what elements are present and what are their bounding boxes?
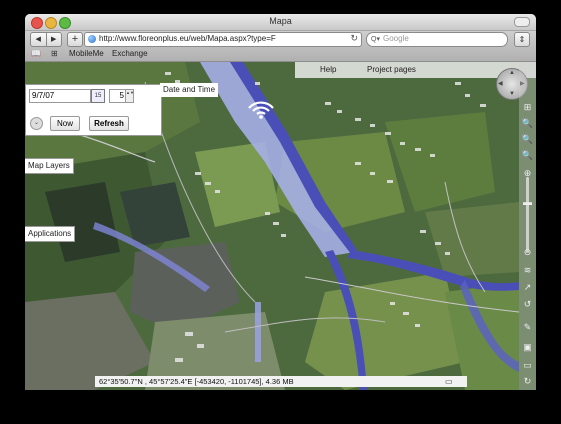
pan-down-icon[interactable]: ▼ [509, 91, 515, 97]
book-icon[interactable]: 📖 [31, 49, 41, 58]
bookmark-mobileme[interactable]: MobileMe [69, 49, 104, 58]
bookmarks-bar: 📖 ⊞ MobileMe Exchange [25, 47, 536, 62]
zoom-in-tool-icon[interactable]: 🔍 [521, 134, 534, 145]
pan-left-icon[interactable]: ◀ [498, 80, 503, 87]
chevron-down-icon[interactable]: ⌄ [30, 117, 43, 130]
measure-icon[interactable]: ↗ [521, 282, 534, 293]
pan-up-icon[interactable]: ▲ [509, 70, 515, 76]
window-title: Mapa [269, 16, 292, 26]
wifi-layer-icon[interactable]: ≋ [521, 265, 534, 276]
zoom-box-icon[interactable]: 🔍 [521, 118, 534, 129]
zoom-slider-handle[interactable]: ▬ [521, 197, 534, 207]
search-field[interactable]: Q▾ Google [366, 32, 508, 47]
map-view[interactable]: Help Project pages 9/7/07 15 5 ▲▼ ⌄ Now … [25, 62, 536, 390]
bookmark-exchange[interactable]: Exchange [112, 49, 148, 58]
zoom-minus-icon[interactable]: ⊖ [521, 247, 534, 258]
grid-icon[interactable]: ⊞ [521, 102, 534, 113]
map-tools-bar: ⊞ 🔍 🔍 🔍 ⊕ ▬ ⊖ ≋ ↗ ↺ ✎ ▣ ▭ ↻ [519, 62, 536, 390]
zoom-slider[interactable] [526, 177, 529, 252]
date-time-panel: 9/7/07 15 5 ▲▼ ⌄ Now Refresh [25, 84, 162, 136]
toolbar-toggle-button[interactable] [514, 17, 530, 27]
comment-icon[interactable]: ▭ [521, 360, 534, 371]
bookmarks-menu-button[interactable]: ⇕ [514, 32, 530, 47]
reload-icon[interactable]: ↻ [350, 33, 358, 44]
coordinates-status: 62°35'50.7"N , 45°57'25.4"E [-453420, -1… [95, 376, 467, 387]
draw-icon[interactable]: ✎ [521, 322, 534, 333]
applications-tab[interactable]: Applications [25, 226, 76, 242]
globe-icon [88, 35, 96, 43]
nav-buttons: ◀ ▶ [30, 32, 62, 47]
browser-window: Mapa ◀ ▶ + http://www.floreonplus.eu/web… [25, 14, 536, 390]
add-bookmark-button[interactable]: + [67, 32, 83, 47]
save-icon[interactable]: ▣ [521, 342, 534, 353]
reset-icon[interactable]: ↻ [521, 376, 534, 387]
date-field[interactable]: 9/7/07 [29, 89, 91, 103]
title-bar: Mapa [25, 14, 536, 31]
date-and-time-tab[interactable]: Date and Time [160, 83, 218, 97]
refresh-button[interactable]: Refresh [89, 116, 129, 131]
url-text[interactable]: http://www.floreonplus.eu/web/Mapa.aspx?… [99, 34, 276, 43]
monitor-icon[interactable]: ▭ [445, 377, 453, 386]
top-sites-grid-icon[interactable]: ⊞ [51, 49, 58, 58]
zoom-out-tool-icon[interactable]: 🔍 [521, 150, 534, 161]
calendar-icon[interactable]: 15 [91, 89, 105, 103]
forward-button[interactable]: ▶ [47, 33, 62, 46]
search-icon[interactable]: Q▾ [371, 35, 380, 43]
search-placeholder[interactable]: Google [383, 34, 409, 43]
help-link[interactable]: Help [320, 65, 336, 74]
map-layers-tab[interactable]: Map Layers [25, 158, 74, 174]
now-button[interactable]: Now [50, 116, 80, 131]
browser-toolbar: ◀ ▶ + http://www.floreonplus.eu/web/Mapa… [25, 31, 536, 47]
back-button[interactable]: ◀ [31, 33, 47, 46]
project-pages-link[interactable]: Project pages [367, 65, 416, 74]
address-bar[interactable]: http://www.floreonplus.eu/web/Mapa.aspx?… [84, 32, 362, 47]
hour-spinner[interactable]: ▲▼ [125, 89, 134, 103]
rotate-icon[interactable]: ↺ [521, 299, 534, 310]
